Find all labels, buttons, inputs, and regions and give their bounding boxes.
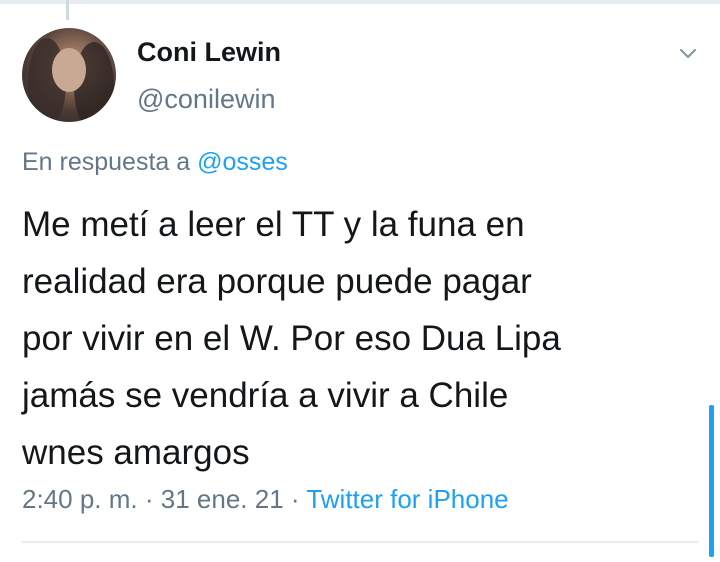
bottom-divider [22, 541, 698, 543]
reply-mention-link[interactable]: @osses [197, 148, 288, 176]
tweet-metadata: 2:40 p. m. · 31 ene. 21 · Twitter for iP… [22, 484, 509, 515]
tweet-text: Me metí a leer el TT y la funa en realid… [22, 196, 702, 481]
tweet-time[interactable]: 2:40 p. m. [22, 484, 138, 514]
tweet-text-line: realidad era porque puede pagar [22, 262, 532, 301]
avatar[interactable] [22, 28, 116, 122]
author-name[interactable]: Coni Lewin [137, 37, 281, 68]
reply-context: En respuesta a @osses [22, 148, 288, 177]
meta-separator: · [144, 484, 154, 514]
tweet-date[interactable]: 31 ene. 21 [161, 484, 284, 514]
chevron-down-icon[interactable] [676, 42, 700, 66]
author-handle[interactable]: @conilewin [137, 84, 275, 115]
tweet-text-line: por vivir en el W. Por eso Dua Lipa [22, 319, 561, 358]
tweet-text-line: Me metí a leer el TT y la funa en [22, 205, 525, 244]
reply-prefix: En respuesta a [22, 148, 191, 176]
tweet-text-line: wnes amargos [22, 433, 250, 472]
scrollbar[interactable] [709, 405, 714, 557]
tweet-text-line: jamás se vendría a vivir a Chile [22, 376, 509, 415]
tweet-source-link[interactable]: Twitter for iPhone [306, 484, 508, 514]
top-divider [0, 0, 720, 4]
avatar-face [52, 48, 86, 92]
thread-connector-line [66, 0, 69, 20]
meta-separator: · [290, 484, 300, 514]
